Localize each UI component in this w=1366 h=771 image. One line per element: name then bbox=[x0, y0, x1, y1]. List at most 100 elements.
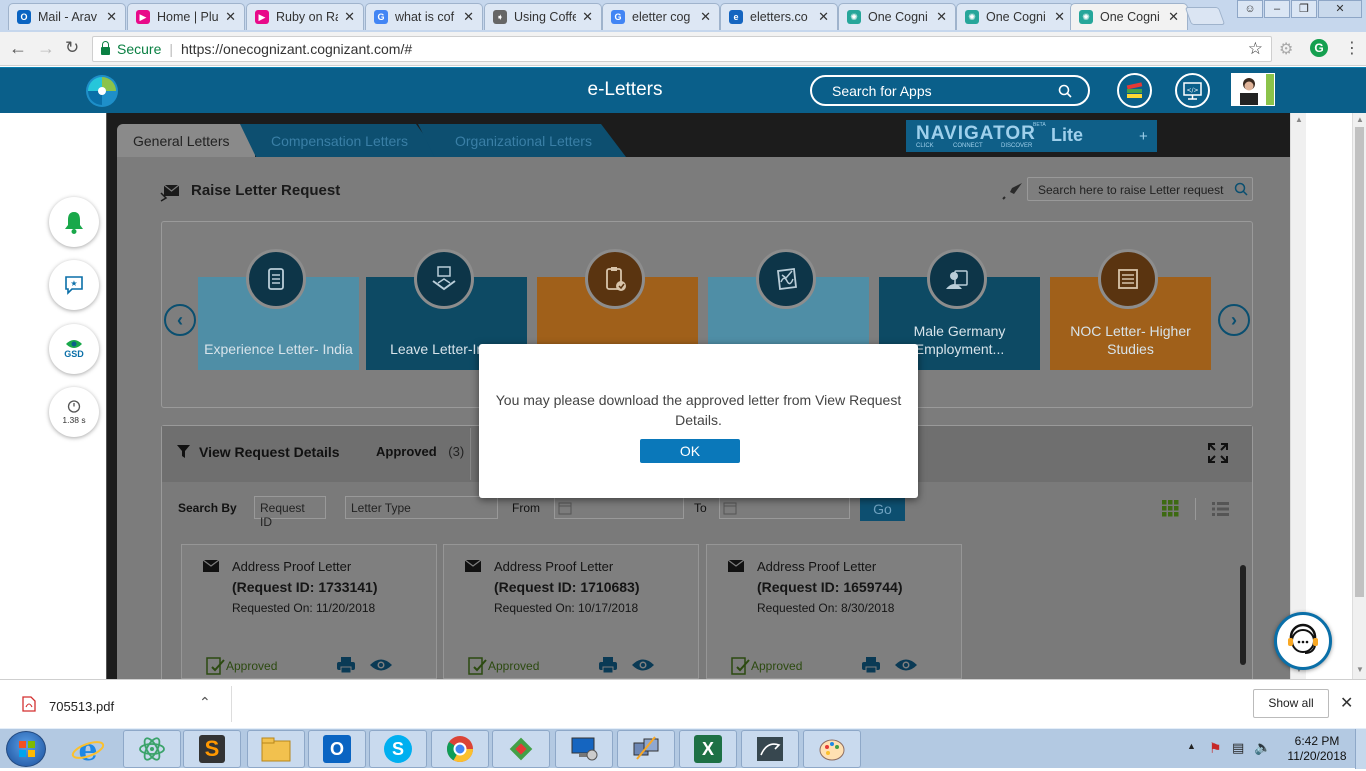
excel-icon[interactable]: X bbox=[679, 730, 737, 768]
feedback-button[interactable]: ★ bbox=[49, 260, 99, 310]
network-app-icon[interactable] bbox=[617, 730, 675, 768]
minimize-button[interactable]: – bbox=[1264, 0, 1290, 18]
calendar-icon[interactable] bbox=[723, 501, 737, 515]
remote-desktop-icon[interactable] bbox=[555, 730, 613, 768]
print-icon[interactable] bbox=[861, 656, 881, 674]
document-icon[interactable] bbox=[246, 249, 306, 309]
page-scrollbar[interactable]: ▲ ▼ bbox=[1290, 113, 1306, 679]
tab-close-icon[interactable]: ✕ bbox=[344, 9, 355, 25]
grammarly-icon[interactable]: G bbox=[1310, 39, 1328, 57]
file-explorer-icon[interactable] bbox=[247, 730, 305, 768]
show-hidden-icons-icon[interactable]: ▲ bbox=[1187, 741, 1196, 751]
employee-id-icon[interactable] bbox=[927, 249, 987, 309]
mysql-workbench-icon[interactable] bbox=[741, 730, 799, 768]
network-icon[interactable]: ▤ bbox=[1232, 740, 1244, 756]
tab-close-icon[interactable]: ✕ bbox=[700, 9, 711, 25]
tab-general-letters[interactable]: General Letters bbox=[117, 124, 255, 157]
carousel-next-button[interactable]: › bbox=[1218, 304, 1250, 336]
restore-button[interactable]: ❐ bbox=[1291, 0, 1317, 18]
letter-type-input[interactable]: Letter Type bbox=[345, 496, 498, 519]
view-eye-icon[interactable] bbox=[631, 658, 655, 672]
calendar-icon[interactable] bbox=[558, 501, 572, 515]
window-scroll-down-icon[interactable]: ▼ bbox=[1356, 665, 1364, 674]
notifications-button[interactable] bbox=[49, 197, 99, 247]
browser-tab[interactable]: ▶ Ruby on Ra ✕ bbox=[246, 3, 364, 30]
browser-tab[interactable]: O Mail - Arav ✕ bbox=[8, 3, 126, 30]
print-icon[interactable] bbox=[598, 656, 618, 674]
browser-tab[interactable]: Gwhat is cof ✕ bbox=[365, 3, 483, 30]
download-filename[interactable]: 705513.pdf bbox=[49, 699, 114, 714]
show-desktop-button[interactable] bbox=[1355, 729, 1366, 769]
window-scroll-up-icon[interactable]: ▲ bbox=[1356, 115, 1364, 124]
browser-tab[interactable]: ➧ Using Coffe ✕ bbox=[484, 3, 602, 30]
navigator-lite-banner[interactable]: NAVIGATOR BETA Lite CLICK CONNECT DISCOV… bbox=[906, 120, 1157, 152]
support-chat-button[interactable] bbox=[1274, 612, 1332, 670]
print-icon[interactable] bbox=[336, 656, 356, 674]
window-close-button[interactable]: ✕ bbox=[1318, 0, 1362, 18]
extension-gear-icon[interactable]: ⚙ bbox=[1279, 39, 1293, 59]
browser-tab[interactable]: ▶ Home | Plu ✕ bbox=[127, 3, 245, 30]
browser-tab[interactable]: Geletter cog ✕ bbox=[602, 3, 720, 30]
window-scroll-thumb[interactable] bbox=[1355, 127, 1364, 597]
list-view-icon[interactable] bbox=[1212, 501, 1229, 517]
clipboard-check-icon[interactable] bbox=[585, 249, 645, 309]
letter-search-icon[interactable] bbox=[1234, 182, 1248, 196]
chrome-icon[interactable] bbox=[431, 730, 489, 768]
leave-icon[interactable] bbox=[414, 249, 474, 309]
browser-tab[interactable]: ✺ One Cogni ✕ bbox=[956, 3, 1074, 30]
tab-organizational-letters[interactable]: Organizational Letters bbox=[418, 124, 626, 157]
to-date-input[interactable] bbox=[719, 496, 850, 519]
search-icon[interactable] bbox=[1058, 84, 1072, 98]
outlook-app-icon[interactable]: O bbox=[308, 730, 366, 768]
forward-icon[interactable]: → bbox=[37, 38, 55, 59]
window-scrollbar[interactable]: ▲ ▼ bbox=[1352, 113, 1366, 679]
tab-close-icon[interactable]: ✕ bbox=[582, 9, 593, 25]
atom-app-icon[interactable] bbox=[123, 730, 181, 768]
back-icon[interactable]: ← bbox=[9, 38, 27, 59]
sublime-text-icon[interactable]: S bbox=[183, 730, 241, 768]
menu-dots-icon[interactable]: ⋮ bbox=[1344, 38, 1360, 58]
internet-explorer-icon[interactable]: e bbox=[70, 733, 106, 768]
app-search-input[interactable]: Search for Apps bbox=[810, 75, 1090, 106]
show-all-button[interactable]: Show all bbox=[1253, 689, 1329, 718]
download-bar-close-icon[interactable]: ✕ bbox=[1340, 693, 1353, 713]
volume-icon[interactable]: 🔈 bbox=[1254, 739, 1271, 756]
view-eye-icon[interactable] bbox=[894, 658, 918, 672]
stacked-apps-icon[interactable] bbox=[1117, 73, 1152, 108]
carousel-prev-button[interactable]: ‹ bbox=[164, 304, 196, 336]
expand-icon[interactable] bbox=[1207, 442, 1229, 464]
approved-filter[interactable]: Approved (3) bbox=[376, 444, 464, 459]
tab-close-icon[interactable]: ✕ bbox=[463, 9, 474, 25]
letter-search-input[interactable]: Search here to raise Letter request bbox=[1027, 177, 1253, 201]
gsd-button[interactable]: GSD bbox=[49, 324, 99, 374]
tab-close-icon[interactable]: ✕ bbox=[225, 9, 236, 25]
navigator-plus-icon[interactable]: + bbox=[1139, 128, 1148, 145]
tab-close-icon[interactable]: ✕ bbox=[936, 9, 947, 25]
new-tab-button[interactable] bbox=[1184, 7, 1226, 25]
request-list-scrollbar[interactable] bbox=[1240, 565, 1246, 665]
start-button[interactable] bbox=[6, 731, 46, 767]
scroll-up-icon[interactable]: ▲ bbox=[1295, 115, 1303, 124]
signature-icon[interactable] bbox=[756, 249, 816, 309]
download-options-chevron-icon[interactable]: ⌃ bbox=[199, 694, 211, 711]
avatar[interactable] bbox=[1231, 73, 1275, 106]
tab-close-icon[interactable]: ✕ bbox=[818, 9, 829, 25]
tab-close-icon[interactable]: ✕ bbox=[106, 9, 117, 25]
reload-icon[interactable]: ↻ bbox=[65, 38, 79, 58]
browser-tab[interactable]: ✺ One Cogni ✕ bbox=[1070, 3, 1188, 30]
action-center-flag-icon[interactable]: ⚑ bbox=[1209, 740, 1222, 757]
browser-tab[interactable]: ✺ One Cogni ✕ bbox=[838, 3, 956, 30]
system-clock[interactable]: 6:42 PM 11/20/2018 bbox=[1286, 734, 1348, 764]
ok-button[interactable]: OK bbox=[640, 439, 740, 463]
tab-close-icon[interactable]: ✕ bbox=[1054, 9, 1065, 25]
profile-icon[interactable]: ☺ bbox=[1237, 0, 1263, 18]
grid-view-icon[interactable] bbox=[1162, 500, 1179, 517]
go-button[interactable]: Go bbox=[860, 497, 905, 521]
skype-icon[interactable]: S bbox=[369, 730, 427, 768]
diamond-app-icon[interactable] bbox=[492, 730, 550, 768]
tab-close-icon[interactable]: ✕ bbox=[1168, 9, 1179, 25]
desktop-code-icon[interactable]: </> bbox=[1175, 73, 1210, 108]
bookmark-star-icon[interactable]: ☆ bbox=[1248, 39, 1263, 59]
url-field[interactable]: Secure | https://onecognizant.cognizant.… bbox=[92, 36, 1272, 62]
list-document-icon[interactable] bbox=[1098, 249, 1158, 309]
